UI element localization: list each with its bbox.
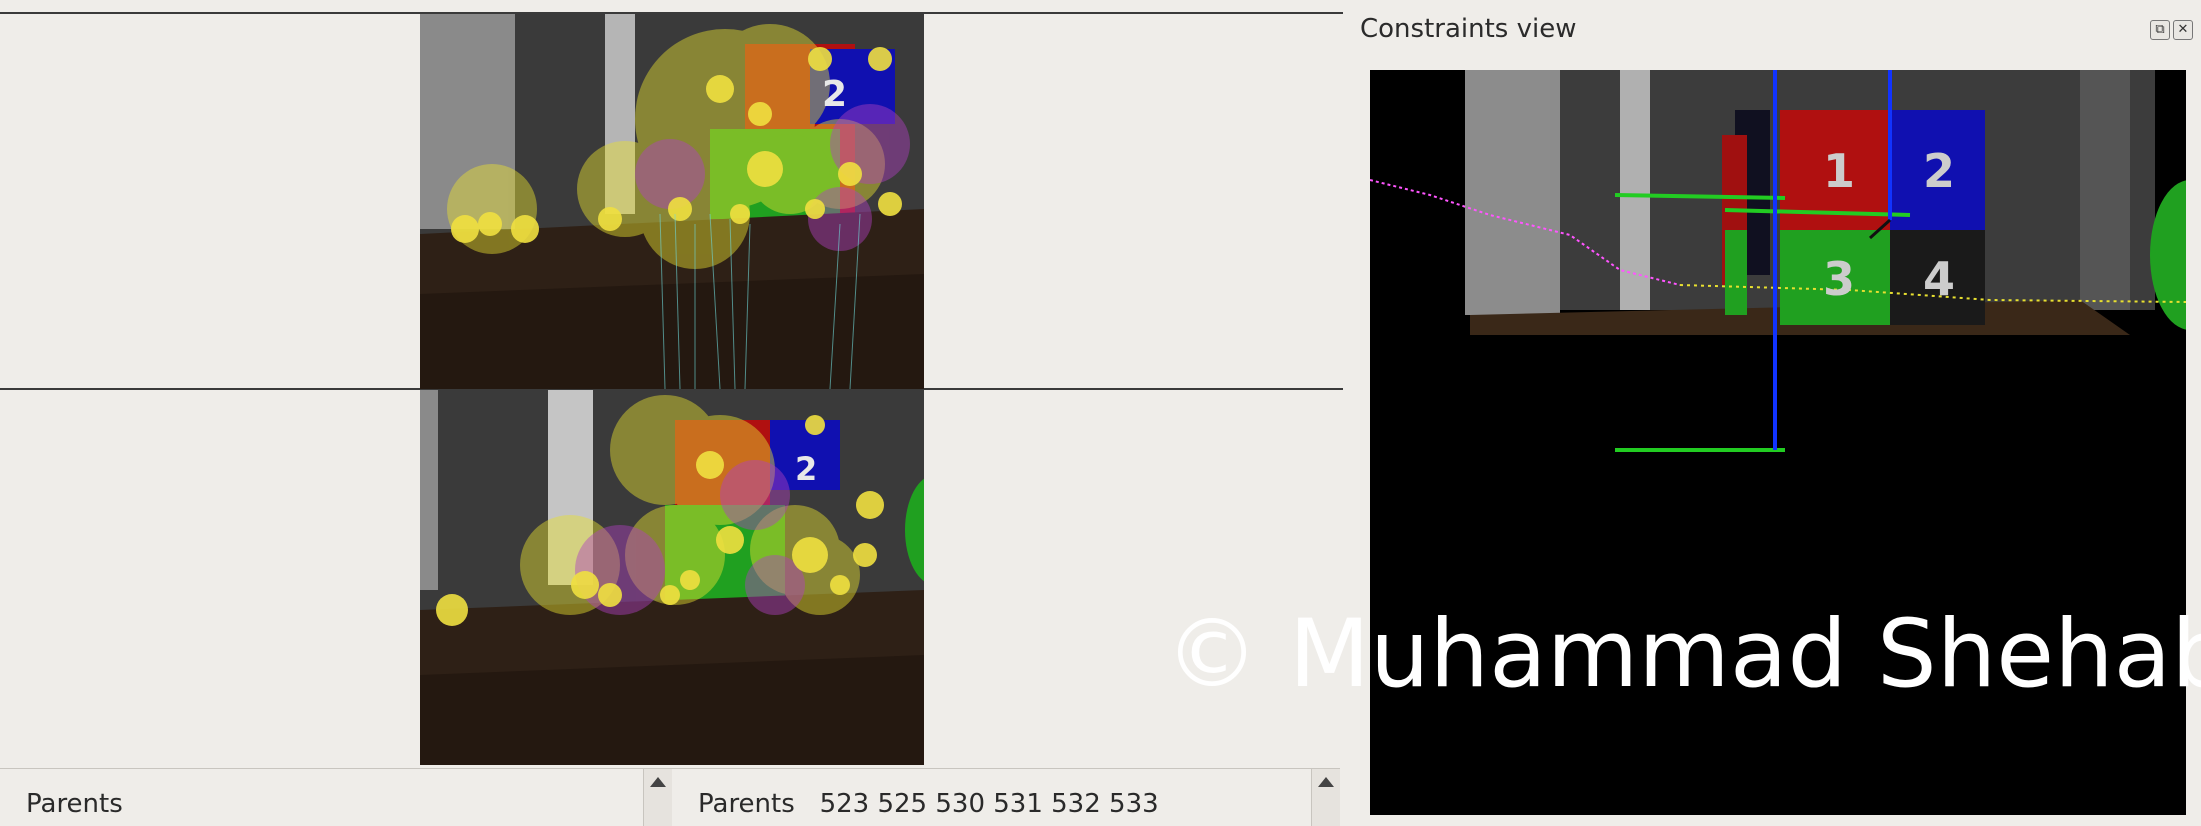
- scroll-up-icon[interactable]: [1318, 777, 1334, 787]
- parents-label: Parents: [698, 789, 795, 819]
- face-label-3: 3: [1823, 252, 1855, 306]
- svg-text:2: 2: [822, 74, 847, 115]
- parents-label: Parents: [26, 789, 123, 819]
- scrollbar[interactable]: [1311, 769, 1340, 826]
- face-label-4: 4: [1923, 252, 1955, 306]
- close-icon[interactable]: ✕: [2173, 20, 2193, 40]
- parents-text: Parents 523 525 530 531 532 533: [698, 789, 1159, 819]
- image-comparison-area: 2 2: [0, 0, 1343, 767]
- dock-title: Constraints view: [1360, 14, 1577, 44]
- scrollbar[interactable]: [643, 769, 672, 826]
- face-label-1: 1: [1823, 144, 1855, 198]
- svg-text:2: 2: [795, 450, 817, 488]
- watermark: © Muhammad Shehab: [1165, 600, 2201, 709]
- parents-panel-right[interactable]: Parents 523 525 530 531 532 533: [672, 768, 1340, 826]
- image-a: 2: [420, 14, 924, 389]
- scroll-up-icon[interactable]: [650, 777, 666, 787]
- image-b: 2: [420, 390, 924, 765]
- face-label-2: 2: [1923, 144, 1955, 198]
- restore-icon[interactable]: ⧉: [2150, 20, 2170, 40]
- parents-panel-left[interactable]: Parents: [0, 768, 672, 826]
- parents-ids: 523 525 530 531 532 533: [819, 789, 1159, 819]
